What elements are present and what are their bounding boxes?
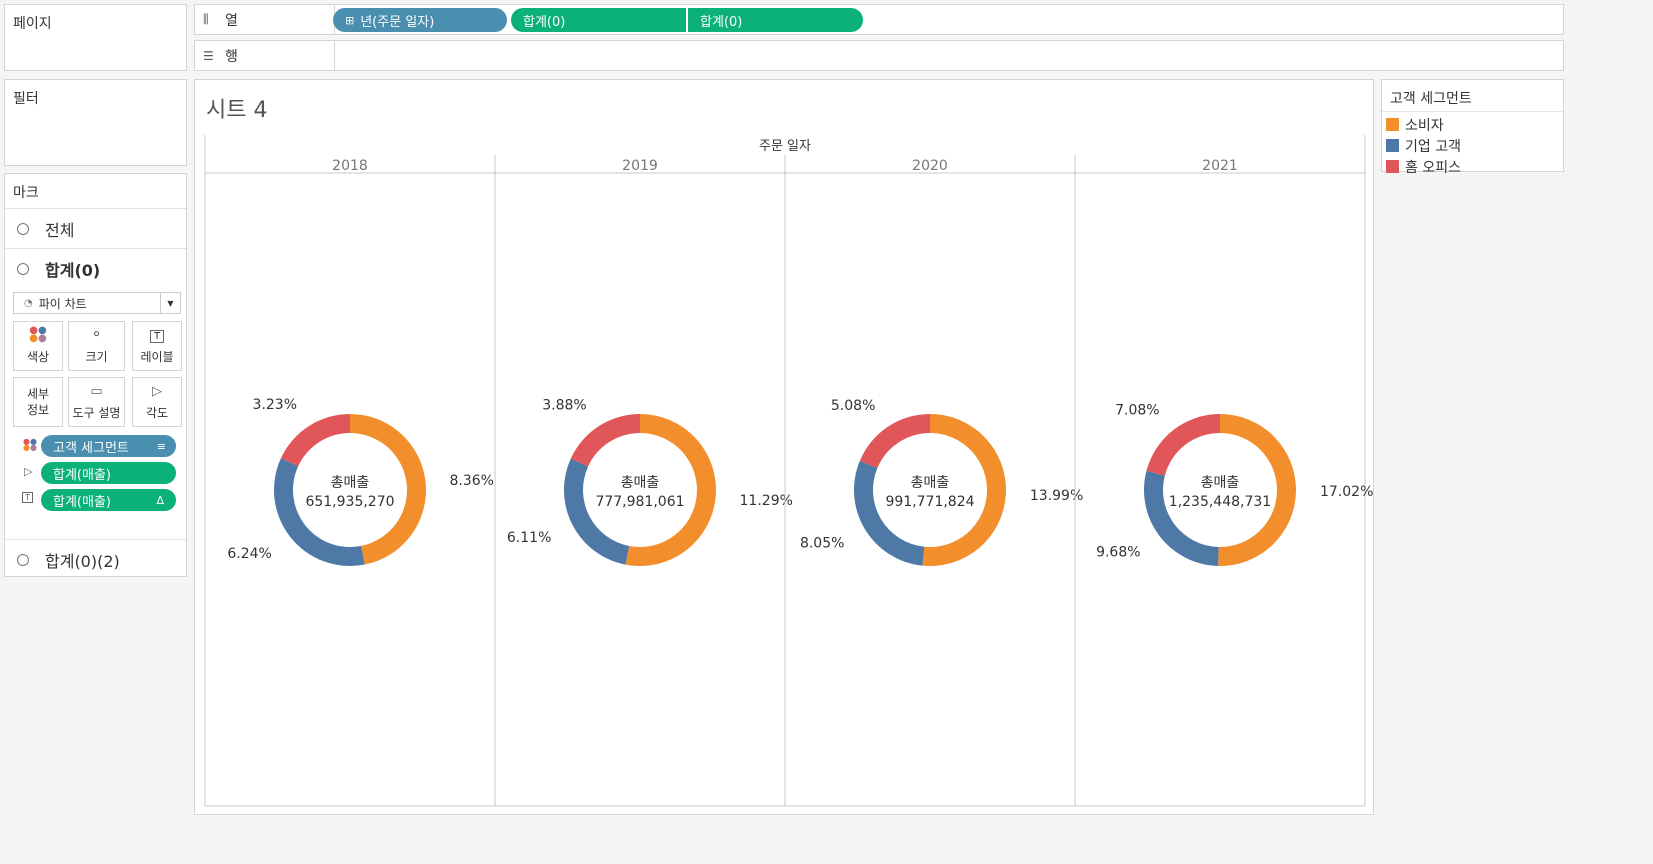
mark-type-dropdown[interactable]: ◔ 파이 차트 ▼ xyxy=(13,292,181,314)
size-button[interactable]: ⚬ 크기 xyxy=(68,321,125,371)
tooltip-button[interactable]: ▭ 도구 설명 xyxy=(68,377,125,427)
text-icon: T xyxy=(22,492,33,503)
slice-label: 3.23% xyxy=(253,397,297,413)
legend-swatch xyxy=(1386,160,1399,173)
legend-item[interactable]: 기업 고객 xyxy=(1382,135,1563,156)
center-title: 총매출 xyxy=(621,475,660,491)
donut-slice xyxy=(1146,414,1220,476)
donut-slice xyxy=(859,413,930,469)
view-area: 시트 4 주문 일자 2018 8.36% 6.24% 3.23% 총매출 651,935,… xyxy=(194,79,1374,815)
slice-label: 9.68% xyxy=(1096,544,1140,560)
pages-label: 페이지 xyxy=(13,16,52,32)
chevron-down-icon: ▼ xyxy=(160,293,180,313)
filters-shelf[interactable]: 필터 xyxy=(4,79,187,166)
year-header: 2018 xyxy=(332,158,368,174)
legend-item[interactable]: 소비자 xyxy=(1382,114,1563,135)
color-legend: 고객 세그먼트 소비자 기업 고객 홈 오피스 xyxy=(1381,79,1564,176)
legend-swatch xyxy=(1386,139,1399,152)
angle-sales-pill[interactable]: 합계(매출) xyxy=(41,462,176,484)
angle-button[interactable]: ▷ 각도 xyxy=(132,377,182,427)
columns-icon: ⫼ xyxy=(203,12,209,26)
year-header: 2021 xyxy=(1202,158,1238,174)
text-icon: T xyxy=(149,330,165,343)
column-header-title: 주문 일자 xyxy=(759,139,811,154)
center-title: 총매출 xyxy=(911,475,950,491)
rows-icon: ☰ xyxy=(203,48,214,63)
slice-label: 6.24% xyxy=(227,546,271,562)
columns-shelf[interactable]: ⫼ 열 ⊞ 년(주문 일자) 합계(0) 합계(0) xyxy=(194,4,1564,35)
slice-label: 3.88% xyxy=(542,397,586,413)
marks-row-sum-2[interactable]: 합계(0)(2) xyxy=(5,539,186,579)
color-button[interactable]: ●● ●● 색상 xyxy=(13,321,63,371)
pie-icon xyxy=(17,553,29,566)
center-title: 총매출 xyxy=(1201,475,1240,491)
angle-icon: ▷ xyxy=(152,384,162,399)
filters-label: 필터 xyxy=(13,91,39,107)
column-pill-sum-2[interactable]: 합계(0) xyxy=(688,8,863,32)
slice-label: 7.08% xyxy=(1115,402,1159,418)
donut-slice xyxy=(570,414,640,467)
color-icon: ●● ●● xyxy=(29,325,47,344)
tooltip-icon: ▭ xyxy=(90,384,103,399)
slice-label: 8.05% xyxy=(800,535,844,551)
marks-label: 마크 xyxy=(13,185,39,201)
center-title: 총매출 xyxy=(331,475,370,491)
label-sales-pill[interactable]: 합계(매출) Δ xyxy=(41,489,176,511)
rows-shelf[interactable]: ☰ 행 xyxy=(194,40,1564,71)
legend-swatch xyxy=(1386,118,1399,131)
slice-label: 6.11% xyxy=(507,530,551,546)
marks-row-all[interactable]: 전체 xyxy=(5,208,186,248)
angle-icon: ▷ xyxy=(24,465,33,478)
label-button[interactable]: T 레이블 xyxy=(132,321,182,371)
slice-label: 8.36% xyxy=(450,473,494,489)
center-total: 1,235,448,731 xyxy=(1169,494,1271,510)
expand-icon: ⊞ xyxy=(345,13,355,27)
segment-pill[interactable]: 고객 세그먼트 ≡ xyxy=(41,435,176,457)
sort-icon: ≡ xyxy=(156,439,166,453)
center-total: 651,935,270 xyxy=(305,494,394,510)
year-header: 2019 xyxy=(622,158,658,174)
pie-icon xyxy=(17,262,29,275)
pages-shelf[interactable]: 페이지 xyxy=(4,4,187,71)
donut-slice xyxy=(281,414,350,467)
columns-label: 열 xyxy=(225,12,238,29)
slice-label: 17.02% xyxy=(1320,484,1373,500)
color-icon: ●● ●● xyxy=(23,437,37,452)
center-total: 777,981,061 xyxy=(595,494,684,510)
delta-icon: Δ xyxy=(156,493,164,507)
detail-button[interactable]: 세부 정보 xyxy=(13,377,63,427)
marks-row-sum[interactable]: 합계(0) xyxy=(5,248,186,288)
column-pill-sum-1[interactable]: 합계(0) xyxy=(511,8,686,32)
legend-item[interactable]: 홈 오피스 xyxy=(1382,156,1563,177)
legend-title: 고객 세그먼트 xyxy=(1382,80,1563,112)
pie-icon: ◔ xyxy=(24,297,33,309)
donut-slice xyxy=(564,458,630,565)
marks-card: 마크 전체 합계(0) ◔ 파이 차트 ▼ ●● ●● 색상 ⚬ 크기 T 레이블… xyxy=(4,173,187,577)
column-pill-year[interactable]: ⊞ 년(주문 일자) xyxy=(333,8,507,32)
slice-label: 5.08% xyxy=(831,398,875,414)
pie-chart-grid: 주문 일자 2018 8.36% 6.24% 3.23% 총매출 651,935,270 20… xyxy=(204,135,1373,807)
size-icon: ⚬ xyxy=(90,325,103,343)
pie-icon xyxy=(17,222,29,235)
center-total: 991,771,824 xyxy=(885,494,974,510)
year-header: 2020 xyxy=(912,158,948,174)
rows-label: 행 xyxy=(225,48,238,65)
